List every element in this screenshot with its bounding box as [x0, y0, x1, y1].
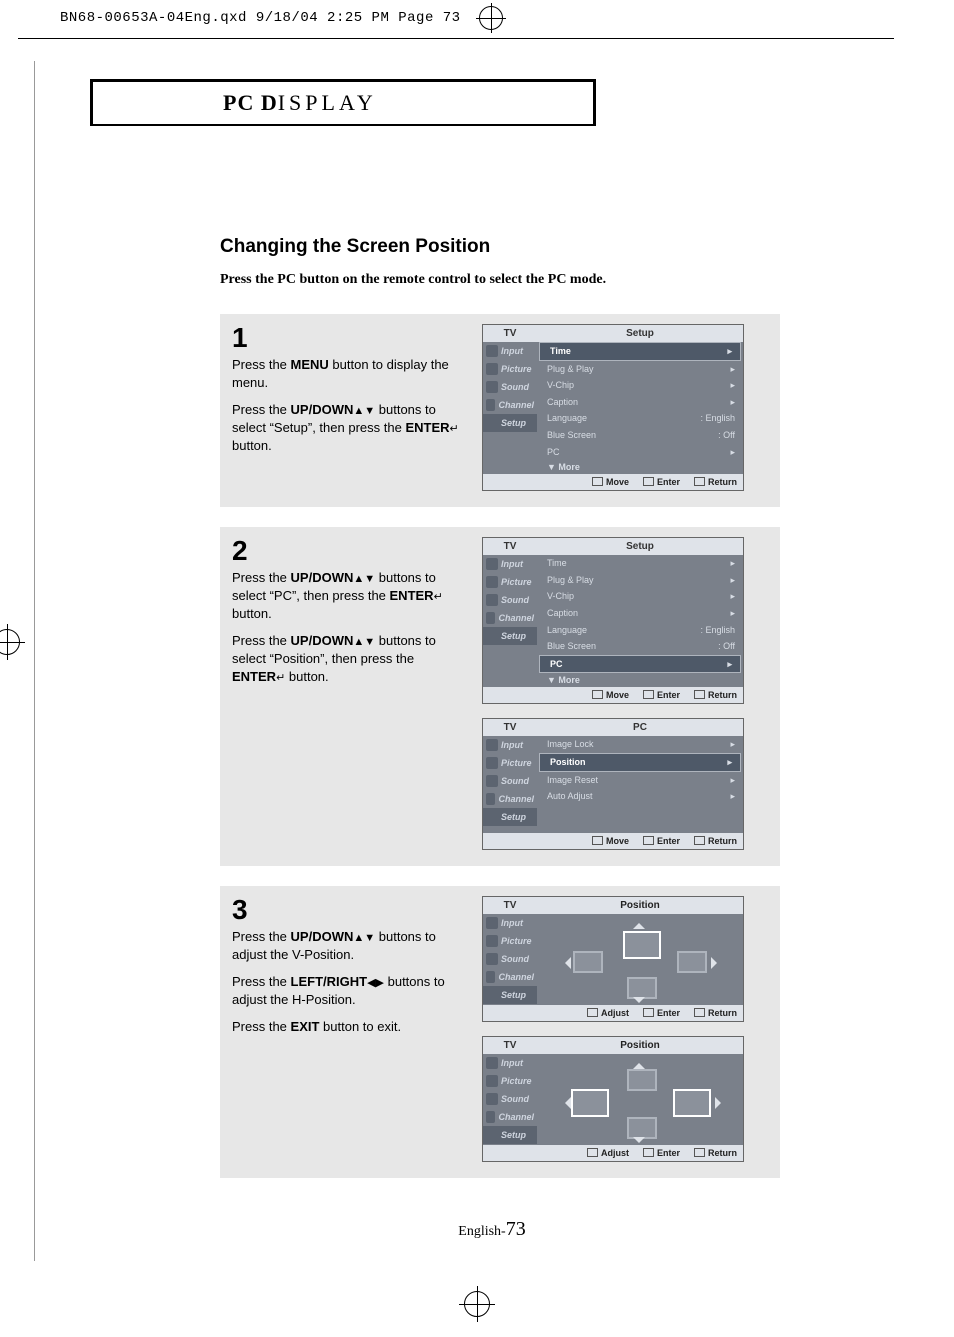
- channel-icon: [486, 1111, 495, 1123]
- osd-footer: Move Enter Return: [483, 474, 743, 490]
- setup-icon: [486, 630, 498, 642]
- osd-panel-title: Setup: [537, 325, 743, 342]
- position-diagram: Position: [537, 897, 743, 1005]
- arrow-down-icon: [633, 997, 645, 1009]
- osd-item: Plug & Play▸: [537, 361, 743, 378]
- osd-item: Time▸: [539, 342, 741, 361]
- input-icon: [486, 1057, 498, 1069]
- osd-setup-pc-screenshot: TV Input Picture Sound Channel Setup Set…: [482, 537, 744, 704]
- osd-more: ▼ More: [537, 460, 743, 474]
- setup-icon: [486, 417, 498, 429]
- sound-icon: [486, 775, 498, 787]
- step-number: 1: [232, 324, 462, 352]
- osd-tab: Sound: [483, 378, 537, 396]
- osd-item: Blue Screen: Off: [537, 427, 743, 444]
- osd-item: Caption▸: [537, 394, 743, 411]
- print-header: BN68-00653A-04Eng.qxd 9/18/04 2:25 PM Pa…: [0, 0, 954, 36]
- crop-rule-left: [34, 61, 35, 1261]
- osd-tab: Channel: [483, 396, 537, 414]
- step-2: 2 Press the UP/DOWN▲▼ buttons to select …: [220, 527, 780, 866]
- picture-icon: [486, 576, 498, 588]
- picture-icon: [486, 1075, 498, 1087]
- sound-icon: [486, 953, 498, 965]
- print-header-text: BN68-00653A-04Eng.qxd 9/18/04 2:25 PM Pa…: [60, 10, 461, 26]
- osd-position-screenshot: TV Input Picture Sound Channel Setup Pos…: [482, 1036, 744, 1162]
- step-text: Press the UP/DOWN▲▼ buttons to select “P…: [232, 632, 462, 685]
- sound-icon: [486, 1093, 498, 1105]
- input-icon: [486, 345, 498, 357]
- setup-icon: [486, 1129, 498, 1141]
- arrow-up-icon: [633, 917, 645, 929]
- step-text: Press the UP/DOWN▲▼ buttons to adjust th…: [232, 928, 462, 963]
- step-text: Press the EXIT button to exit.: [232, 1018, 462, 1036]
- input-icon: [486, 739, 498, 751]
- page-number: English-73: [90, 1218, 894, 1241]
- osd-tab: Input: [483, 342, 537, 360]
- chevron-right-icon: ▸: [727, 345, 732, 358]
- osd-item: PC▸: [537, 444, 743, 461]
- registration-mark-icon: [479, 6, 503, 30]
- step-text: Press the UP/DOWN▲▼ buttons to select “S…: [232, 401, 462, 454]
- osd-position-screenshot: TV Input Picture Sound Channel Setup Pos…: [482, 896, 744, 1022]
- picture-icon: [486, 935, 498, 947]
- osd-tab: Picture: [483, 360, 537, 378]
- step-number: 2: [232, 537, 462, 565]
- osd-tab-selected: Setup: [483, 414, 537, 432]
- channel-icon: [486, 971, 495, 983]
- channel-icon: [486, 793, 495, 805]
- sound-icon: [486, 381, 498, 393]
- arrow-right-icon: [711, 957, 723, 969]
- input-icon: [486, 558, 498, 570]
- section-title-text: PC D: [223, 90, 278, 115]
- step-text: Press the LEFT/RIGHT◀▶ buttons to adjust…: [232, 973, 462, 1008]
- step-1: 1 Press the MENU button to display the m…: [220, 314, 780, 507]
- registration-mark-icon: [0, 629, 20, 655]
- step-text: Press the MENU button to display the men…: [232, 356, 462, 391]
- osd-pc-submenu-screenshot: TV Input Picture Sound Channel Setup PC …: [482, 718, 744, 849]
- step-number: 3: [232, 896, 462, 924]
- step-text: Press the UP/DOWN▲▼ buttons to select “P…: [232, 569, 462, 622]
- picture-icon: [486, 757, 498, 769]
- registration-mark-icon: [464, 1291, 490, 1317]
- channel-icon: [486, 612, 495, 624]
- osd-tv-label: TV: [483, 325, 537, 342]
- sound-icon: [486, 594, 498, 606]
- channel-icon: [486, 399, 495, 411]
- registration-mark-bottom: [0, 1281, 954, 1337]
- arrow-left-icon: [559, 957, 571, 969]
- section-title: PC DISPLAY: [90, 79, 596, 126]
- lede-text: Press the PC button on the remote contro…: [220, 272, 780, 288]
- position-diagram: Position: [537, 1037, 743, 1145]
- setup-icon: [486, 811, 498, 823]
- input-icon: [486, 917, 498, 929]
- osd-setup-screenshot: TV Input Picture Sound Channel Setup Set…: [482, 324, 744, 491]
- osd-item: Language: English: [537, 410, 743, 427]
- page-heading: Changing the Screen Position: [220, 236, 780, 258]
- picture-icon: [486, 363, 498, 375]
- step-3: 3 Press the UP/DOWN▲▼ buttons to adjust …: [220, 886, 780, 1178]
- osd-item: V-Chip▸: [537, 377, 743, 394]
- setup-icon: [486, 989, 498, 1001]
